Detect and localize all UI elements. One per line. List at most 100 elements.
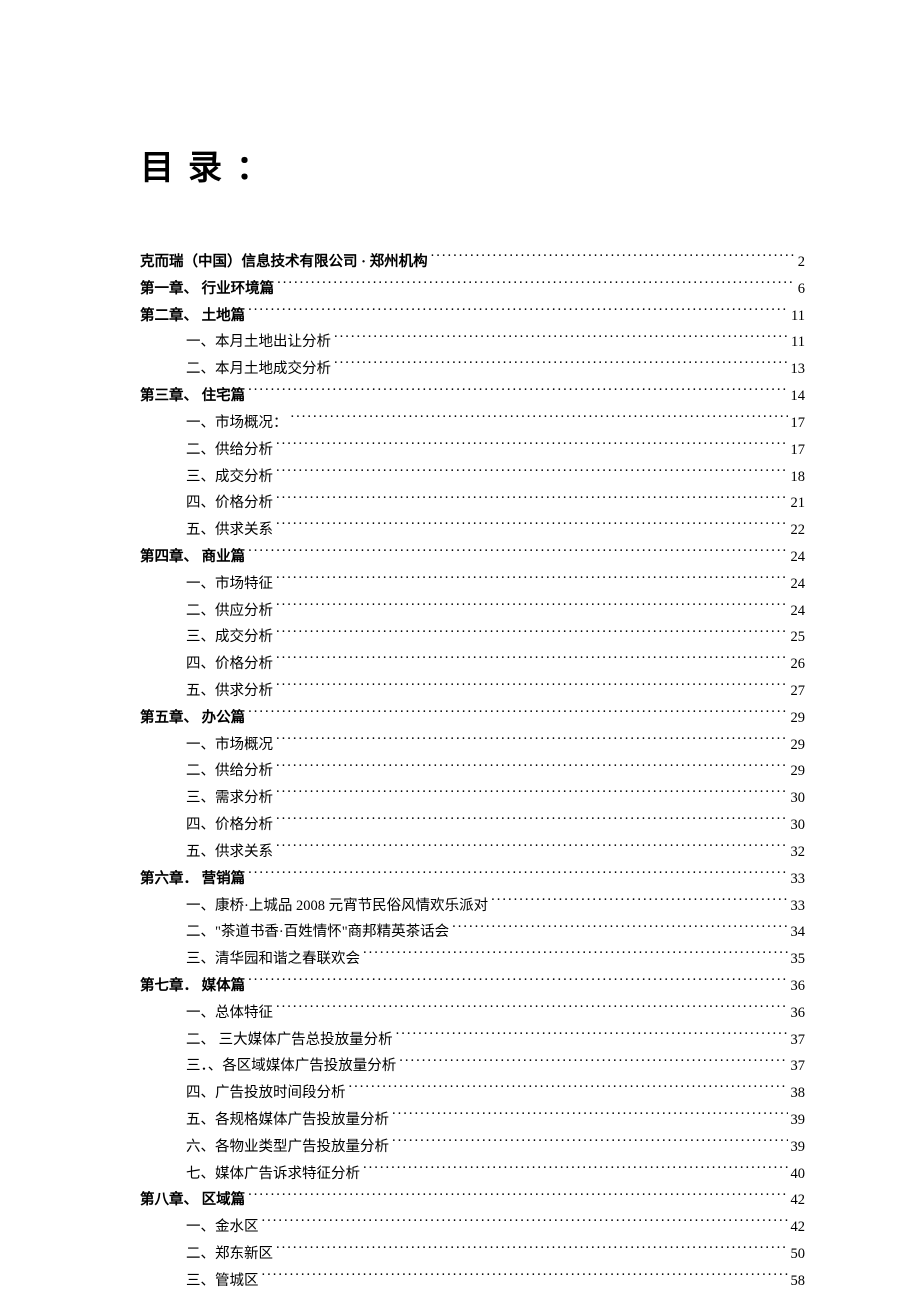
toc-leader-dots <box>276 654 788 669</box>
toc-entry-page: 6 <box>798 276 805 303</box>
toc-leader-dots <box>276 815 788 830</box>
toc-entry: 三、成交分析 18 <box>140 464 805 491</box>
toc-leader-dots <box>276 841 788 856</box>
toc-leader-dots <box>276 734 788 749</box>
toc-leader-dots <box>276 600 788 615</box>
toc-leader-dots <box>248 707 787 722</box>
toc-leader-dots <box>334 332 788 347</box>
toc-entry-page: 30 <box>791 785 806 812</box>
toc-entry-label: 四、价格分析 <box>186 651 273 678</box>
toc-leader-dots <box>262 1217 788 1232</box>
table-of-contents: 克而瑞（中国）信息技术有限公司 · 郑州机构2第一章、 行业环境篇6第二章、 土… <box>140 249 805 1295</box>
toc-entry-label: 一、市场特征 <box>186 571 273 598</box>
toc-entry: 四、价格分析30 <box>140 812 805 839</box>
toc-leader-dots <box>276 1002 788 1017</box>
toc-leader-dots <box>276 627 788 642</box>
toc-leader-dots <box>392 1136 788 1151</box>
toc-entry-page: 32 <box>791 839 806 866</box>
toc-leader-dots <box>262 1270 788 1285</box>
toc-leader-dots <box>349 1083 788 1098</box>
toc-entry-page: 38 <box>791 1080 806 1107</box>
toc-entry: 六、各物业类型广告投放量分析 39 <box>140 1134 805 1161</box>
toc-entry: 二、本月土地成交分析13 <box>140 356 805 383</box>
toc-entry: 第四章、 商业篇24 <box>140 544 805 571</box>
toc-entry-label: 三、需求分析 <box>186 785 273 812</box>
toc-entry-page: 36 <box>791 973 806 1000</box>
toc-entry-page: 40 <box>791 1161 806 1188</box>
toc-entry-label: 第三章、 住宅篇 <box>140 383 245 410</box>
toc-leader-dots <box>248 868 787 883</box>
toc-entry-label: 三、成交分析 <box>186 464 273 491</box>
toc-entry-label: 四、价格分析 <box>186 812 273 839</box>
toc-entry: 二、供给分析 17 <box>140 437 805 464</box>
toc-entry: 一、金水区42 <box>140 1214 805 1241</box>
toc-entry-label: 一、市场概况 <box>186 732 273 759</box>
toc-entry: 第三章、 住宅篇14 <box>140 383 805 410</box>
toc-entry-label: 第一章、 行业环境篇 <box>140 276 274 303</box>
toc-entry: 二、 三大媒体广告总投放量分析 37 <box>140 1027 805 1054</box>
toc-entry: 第二章、 土地篇11 <box>140 303 805 330</box>
toc-leader-dots <box>392 1110 788 1125</box>
toc-entry: 第六章． 营销篇 33 <box>140 866 805 893</box>
toc-entry: 五、各规格媒体广告投放量分析39 <box>140 1107 805 1134</box>
toc-leader-dots <box>452 922 787 937</box>
toc-entry-label: 第五章、 办公篇 <box>140 705 245 732</box>
toc-leader-dots <box>363 1163 788 1178</box>
toc-entry-page: 33 <box>791 866 806 893</box>
toc-entry-label: 二、供给分析 <box>186 758 273 785</box>
toc-entry-label: 第二章、 土地篇 <box>140 303 245 330</box>
toc-entry: 一、市场概况：17 <box>140 410 805 437</box>
toc-entry-label: 二、 三大媒体广告总投放量分析 <box>186 1027 393 1054</box>
toc-entry: 五、供求关系 32 <box>140 839 805 866</box>
toc-leader-dots <box>431 252 795 267</box>
toc-entry-label: 五、供求关系 <box>186 517 273 544</box>
toc-leader-dots <box>276 573 788 588</box>
toc-entry-page: 42 <box>791 1187 806 1214</box>
toc-entry: 三、清华园和谐之春联欢会35 <box>140 946 805 973</box>
toc-entry-page: 50 <box>791 1241 806 1268</box>
toc-entry-label: 六、各物业类型广告投放量分析 <box>186 1134 389 1161</box>
toc-leader-dots <box>276 439 788 454</box>
toc-entry: 四、广告投放时间段分析38 <box>140 1080 805 1107</box>
document-title: 目录： <box>140 140 805 189</box>
toc-entry: 五、供求分析27 <box>140 678 805 705</box>
toc-entry-page: 24 <box>791 544 806 571</box>
toc-leader-dots <box>276 520 788 535</box>
toc-entry: 第八章、 区域篇42 <box>140 1187 805 1214</box>
toc-entry-page: 39 <box>791 1134 806 1161</box>
toc-entry-page: 11 <box>791 329 805 356</box>
toc-entry: 五、供求关系22 <box>140 517 805 544</box>
toc-entry: 一、市场概况 29 <box>140 732 805 759</box>
toc-entry: 三、成交分析25 <box>140 624 805 651</box>
toc-entry-page: 29 <box>791 732 806 759</box>
toc-entry: 第五章、 办公篇29 <box>140 705 805 732</box>
toc-entry: 三．、各区域媒体广告投放量分析37 <box>140 1053 805 1080</box>
toc-entry: 三、需求分析 30 <box>140 785 805 812</box>
toc-entry: 四、价格分析21 <box>140 490 805 517</box>
toc-leader-dots <box>399 1056 787 1071</box>
toc-leader-dots <box>248 1190 787 1205</box>
toc-leader-dots <box>276 761 788 776</box>
toc-entry-page: 21 <box>791 490 806 517</box>
toc-entry-label: 五、供求关系 <box>186 839 273 866</box>
toc-entry-page: 18 <box>791 464 806 491</box>
toc-entry-label: 第六章． 营销篇 <box>140 866 245 893</box>
toc-entry: 四、价格分析 26 <box>140 651 805 678</box>
toc-entry-label: 第七章． 媒体篇 <box>140 973 245 1000</box>
toc-leader-dots <box>248 305 788 320</box>
toc-entry-label: 七、媒体广告诉求特征分析 <box>186 1161 360 1188</box>
toc-leader-dots <box>277 278 795 293</box>
toc-entry-page: 27 <box>791 678 806 705</box>
toc-leader-dots <box>334 359 788 374</box>
toc-entry: 一、总体特征36 <box>140 1000 805 1027</box>
toc-entry-page: 26 <box>791 651 806 678</box>
toc-entry-label: 一、康桥·上城品 2008 元宵节民俗风情欢乐派对 <box>186 893 488 920</box>
toc-leader-dots <box>291 412 788 427</box>
toc-entry-page: 37 <box>791 1027 806 1054</box>
toc-entry-page: 17 <box>791 437 806 464</box>
toc-leader-dots <box>276 681 788 696</box>
toc-entry-label: 一、本月土地出让分析 <box>186 329 331 356</box>
toc-entry-label: 一、金水区 <box>186 1214 259 1241</box>
toc-entry-page: 29 <box>791 758 806 785</box>
toc-entry-label: 二、供给分析 <box>186 437 273 464</box>
